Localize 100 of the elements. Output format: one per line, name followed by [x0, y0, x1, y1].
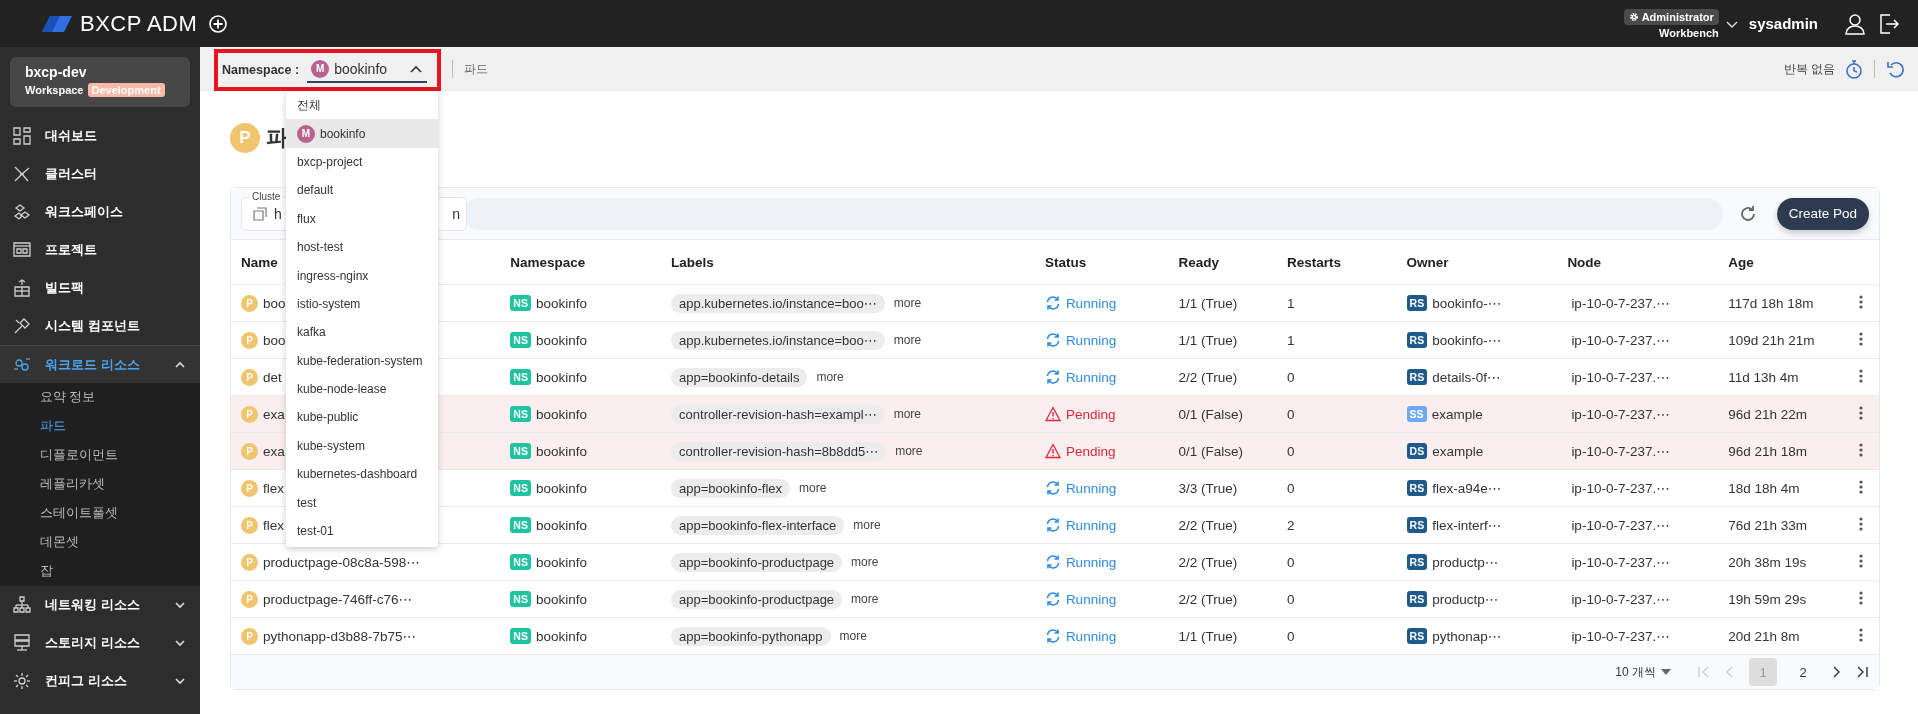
namespace-option[interactable]: kafka [286, 318, 438, 347]
more-link[interactable]: more [893, 407, 921, 421]
column-header[interactable]: Status [1044, 254, 1087, 270]
more-icon[interactable] [1858, 405, 1863, 420]
page-button[interactable]: 2 [1789, 658, 1817, 686]
user-icon[interactable] [1844, 12, 1866, 35]
owner-cell[interactable]: flex-a94e⋯ [1432, 480, 1502, 496]
sidebar-subitem[interactable]: 데몬셋 [0, 528, 200, 557]
more-icon[interactable] [1858, 590, 1863, 605]
sidebar-item[interactable]: 클러스터 [0, 155, 200, 193]
owner-cell[interactable]: pythonap⋯ [1432, 628, 1502, 644]
owner-cell[interactable]: flex-interf⋯ [1432, 517, 1502, 533]
pod-name[interactable]: pythonapp-d3b88-7b75⋯ [263, 628, 417, 644]
owner-cell[interactable]: details-0f⋯ [1432, 369, 1501, 385]
last-page-icon[interactable] [1855, 665, 1869, 679]
sidebar-subitem[interactable]: 요약 정보 [0, 383, 200, 412]
more-link[interactable]: more [851, 592, 879, 606]
namespace-option[interactable]: kube-federation-system [286, 346, 438, 375]
column-header[interactable]: Namespace [510, 254, 586, 270]
owner-cell[interactable]: productp⋯ [1432, 591, 1499, 607]
sidebar-subitem[interactable]: 레플리카셋 [0, 470, 200, 499]
more-link[interactable]: more [893, 333, 922, 347]
logout-icon[interactable] [1878, 12, 1900, 35]
more-icon[interactable] [1858, 553, 1863, 568]
owner-cell[interactable]: bookinfo-⋯ [1432, 332, 1502, 348]
namespace-option[interactable]: kube-public [286, 403, 438, 432]
namespace-option[interactable]: host-test [286, 232, 438, 262]
column-header[interactable]: Ready [1178, 254, 1220, 270]
namespace-option[interactable]: test [286, 488, 438, 517]
node-cell-text: ip-10-0-7-237.⋯ [1570, 444, 1670, 459]
refresh-interval-label[interactable]: 반복 없음 [1783, 60, 1835, 78]
sidebar-subitem[interactable]: 디플로이먼트 [0, 441, 200, 470]
namespace-option[interactable]: kube-node-lease [286, 374, 438, 404]
more-icon[interactable] [1858, 442, 1863, 457]
pod-name[interactable]: det [263, 369, 282, 385]
restarts-cell: 0 [1287, 628, 1295, 644]
pod-name[interactable]: boo [263, 332, 286, 348]
more-link[interactable]: more [893, 296, 922, 310]
status-text: Running [1065, 554, 1117, 570]
namespace-option[interactable]: flux [286, 204, 438, 233]
more-link[interactable]: more [799, 481, 827, 495]
namespace-option[interactable]: kube-system [286, 431, 438, 461]
pod-name[interactable]: flex [263, 517, 284, 533]
namespace-option[interactable]: bxcp-project [286, 147, 438, 177]
namespace-option[interactable]: default [286, 176, 438, 205]
more-link[interactable]: more [853, 518, 881, 532]
more-icon[interactable] [1858, 331, 1863, 346]
pod-name[interactable]: productpage-746ff-c76⋯ [263, 591, 413, 607]
add-icon[interactable] [209, 14, 227, 33]
column-header[interactable]: Node [1567, 254, 1602, 270]
refresh-icon[interactable] [1738, 204, 1757, 223]
column-header[interactable]: Name [241, 254, 278, 270]
sidebar-item[interactable]: 대쉬보드 [0, 117, 200, 155]
more-icon[interactable] [1858, 479, 1863, 494]
page-size-select[interactable]: 10 개씩 [1615, 663, 1671, 681]
namespace-select[interactable]: M bookinfo [307, 56, 428, 83]
namespace-option[interactable]: M bookinfo [286, 119, 438, 148]
more-link[interactable]: more [895, 444, 923, 458]
sidebar-subitem[interactable]: 잡 [0, 557, 200, 586]
more-icon[interactable] [1858, 627, 1863, 642]
pod-name[interactable]: flex [263, 480, 284, 496]
workspace-card[interactable]: bxcp-dev Workspace Development [10, 57, 190, 107]
column-header[interactable]: Age [1728, 254, 1754, 270]
create-pod-button[interactable]: Create Pod [1776, 197, 1869, 230]
pod-name[interactable]: productpage-08c8a-598⋯ [263, 554, 420, 570]
more-link[interactable]: more [851, 555, 879, 569]
pod-name[interactable]: exa [263, 406, 285, 422]
sidebar-item[interactable]: 컨피그 리소스 [0, 662, 200, 700]
more-icon[interactable] [1858, 368, 1863, 383]
age-cell: 117d 18h 18m [1728, 295, 1814, 311]
sidebar-item[interactable]: 스토리지 리소스 [0, 624, 200, 662]
sidebar-item[interactable]: 프로젝트 [0, 231, 200, 269]
sidebar-item[interactable]: 워크로드 리소스 [0, 345, 200, 383]
column-header[interactable]: Restarts [1287, 254, 1342, 270]
sidebar-subitem[interactable]: 스테이트풀셋 [0, 499, 200, 528]
column-header[interactable]: Labels [671, 254, 714, 270]
more-icon[interactable] [1858, 516, 1863, 531]
column-header[interactable]: Owner [1406, 254, 1449, 270]
stopwatch-icon[interactable] [1845, 59, 1863, 79]
owner-cell[interactable]: example [1432, 443, 1484, 459]
owner-cell[interactable]: bookinfo-⋯ [1432, 295, 1502, 311]
sidebar-item[interactable]: 워크스페이스 [0, 193, 200, 231]
pod-name[interactable]: boo [263, 295, 286, 311]
sidebar-item[interactable]: 빌드팩 [0, 269, 200, 307]
undo-icon[interactable] [1886, 59, 1906, 79]
pod-name[interactable]: exa [263, 443, 285, 459]
more-link[interactable]: more [839, 629, 867, 643]
owner-cell[interactable]: example [1431, 406, 1483, 422]
sidebar-subitem[interactable]: 파드 [0, 412, 200, 441]
more-icon[interactable] [1858, 294, 1863, 309]
namespace-option[interactable]: kubernetes-dashboard [286, 460, 438, 489]
sidebar-item[interactable]: 시스템 컴포넌트 [0, 307, 200, 345]
pod-badge: P [241, 368, 258, 386]
namespace-option[interactable]: test-01 [286, 516, 438, 546]
owner-cell[interactable]: productp⋯ [1432, 554, 1499, 570]
sidebar-item[interactable]: 네트워킹 리소스 [0, 586, 200, 624]
more-link[interactable]: more [816, 370, 844, 384]
namespace-option[interactable]: ingress-nginx [286, 261, 438, 290]
namespace-option[interactable]: istio-system [286, 289, 438, 319]
namespace-option[interactable]: 전체 [286, 91, 438, 120]
